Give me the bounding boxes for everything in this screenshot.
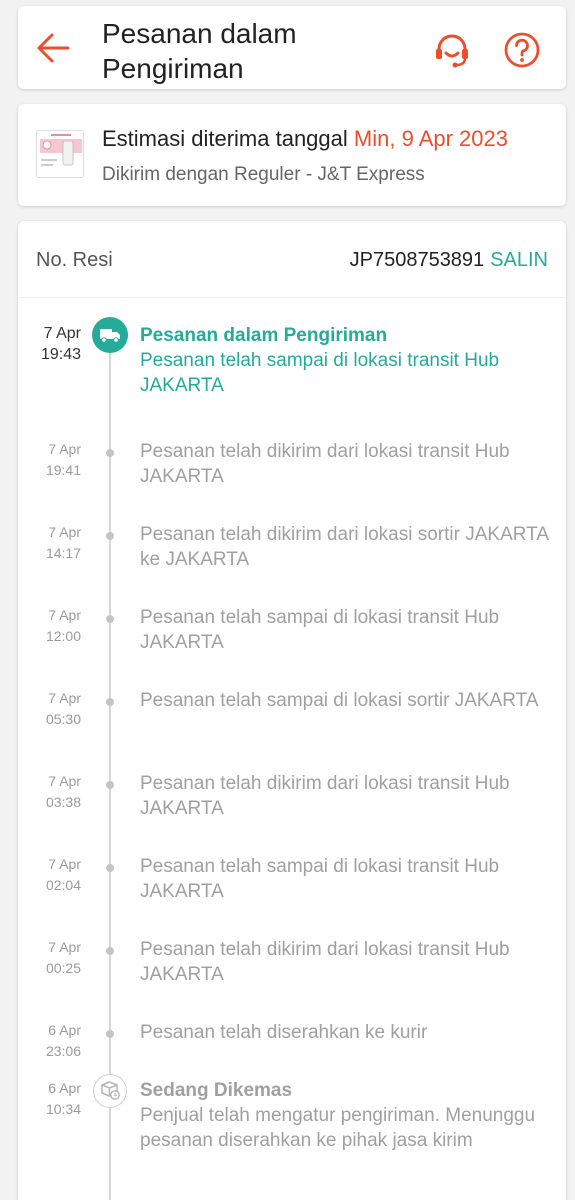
event-detail: Pesanan telah sampai di lokasi transit H… <box>140 350 500 396</box>
event-description: Pesanan telah dikirim dari lokasi transi… <box>140 939 510 985</box>
event-datetime: 7 Apr 00:25 <box>45 939 81 976</box>
tracking-number-value: JP7508753891 <box>349 249 485 271</box>
timeline-dot <box>106 698 114 706</box>
event-datetime: 7 Apr 03:38 <box>45 773 81 810</box>
event-datetime: 7 Apr 05:30 <box>45 690 81 727</box>
timeline-dot <box>106 947 114 955</box>
event-description: Sedang Dikemas Penjual telah mengatur pe… <box>140 1078 550 1153</box>
estimate-text: Estimasi diterima tanggal Min, 9 Apr 202… <box>102 126 508 152</box>
shipping-method: Dikirim dengan Reguler - J&T Express <box>102 164 425 185</box>
event-title: Pesanan dalam Pengiriman <box>140 325 388 346</box>
product-thumbnail <box>36 130 84 178</box>
timeline-dot <box>106 532 114 540</box>
event-datetime: 7 Apr 14:17 <box>45 524 81 561</box>
event-description: Pesanan dalam Pengiriman Pesanan telah s… <box>140 323 550 398</box>
package-icon <box>93 1074 127 1108</box>
event-description: Pesanan telah diserahkan ke kurir <box>140 1022 428 1043</box>
event-datetime: 6 Apr 23:06 <box>45 1022 81 1059</box>
estimate-label: Estimasi diterima tanggal <box>102 126 348 151</box>
headset-icon[interactable] <box>432 30 472 70</box>
event-description: Pesanan telah sampai di lokasi sortir JA… <box>140 690 539 711</box>
event-description: Pesanan telah sampai di lokasi transit H… <box>140 607 500 653</box>
copy-button[interactable]: SALIN <box>490 249 548 271</box>
help-question-icon[interactable] <box>502 30 542 70</box>
tracking-number-label: No. Resi <box>36 249 113 271</box>
timeline-dot <box>106 1030 114 1038</box>
event-description: Pesanan telah dikirim dari lokasi sortir… <box>140 524 548 570</box>
timeline-dot <box>106 864 114 872</box>
timeline-dot <box>106 449 114 457</box>
event-title: Sedang Dikemas <box>140 1080 293 1101</box>
tracking-card: No. Resi JP7508753891 SALIN 7 Apr 19:43 Pe… <box>18 221 566 1200</box>
event-datetime: 7 Apr 19:41 <box>45 441 81 478</box>
tracking-number: JP7508753891 SALIN <box>350 249 548 272</box>
event-description: Pesanan telah dikirim dari lokasi transi… <box>140 773 510 819</box>
event-datetime: 7 Apr 19:43 <box>40 325 81 363</box>
truck-icon <box>92 317 128 353</box>
delivery-estimate-card[interactable]: Estimasi diterima tanggal Min, 9 Apr 202… <box>18 104 566 206</box>
event-datetime: 7 Apr 02:04 <box>45 856 81 893</box>
event-datetime: 6 Apr 10:34 <box>45 1080 81 1117</box>
estimate-date: Min, 9 Apr 2023 <box>353 126 509 151</box>
tracking-number-row: No. Resi JP7508753891 SALIN <box>18 221 566 298</box>
event-detail: Penjual telah mengatur pengiriman. Menun… <box>140 1105 536 1151</box>
timeline-dot <box>106 781 114 789</box>
timeline-line <box>109 348 111 1200</box>
top-bar: Pesanan dalam Pengiriman <box>18 6 566 89</box>
event-datetime: 7 Apr 12:00 <box>45 607 81 644</box>
timeline-dot <box>106 615 114 623</box>
back-arrow-icon[interactable] <box>34 28 74 68</box>
event-description: Pesanan telah sampai di lokasi transit H… <box>140 856 500 902</box>
event-description: Pesanan telah dikirim dari lokasi transi… <box>140 441 510 487</box>
page-title: Pesanan dalam Pengiriman <box>102 18 297 84</box>
